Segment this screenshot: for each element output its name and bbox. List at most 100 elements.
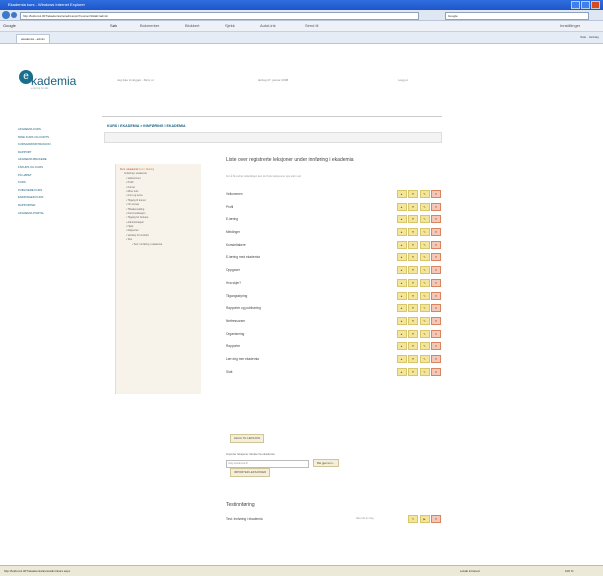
delete-icon[interactable]: ✕ <box>431 515 441 523</box>
move-down-icon[interactable]: ▼ <box>408 253 418 262</box>
move-up-icon[interactable]: ▲ <box>396 253 407 262</box>
import-file-input[interactable]: Velg ekademia-fil <box>226 460 309 468</box>
move-up-icon[interactable]: ▲ <box>396 316 407 325</box>
minimize-button[interactable] <box>571 1 580 9</box>
move-down-icon[interactable]: ▼ <box>408 304 418 313</box>
edit-icon[interactable]: ✎ <box>419 228 430 237</box>
zoom-text[interactable]: 100 % <box>565 569 574 573</box>
edit-icon[interactable]: ✎ <box>419 202 430 211</box>
delete-icon[interactable]: ✕ <box>431 316 441 325</box>
delete-icon[interactable]: ✕ <box>431 215 441 224</box>
move-up-icon[interactable]: ▲ <box>396 291 407 300</box>
move-up-icon[interactable]: ▲ <box>396 278 407 287</box>
move-down-icon[interactable]: ▼ <box>408 278 418 287</box>
sidebar-item[interactable]: FÅKURS OG KURS <box>18 164 78 172</box>
sidebar-item[interactable]: KURS <box>18 179 78 187</box>
delete-icon[interactable]: ✕ <box>431 278 441 287</box>
delete-icon[interactable]: ✕ <box>431 367 441 376</box>
move-up-icon[interactable]: ▲ <box>396 329 407 338</box>
move-down-icon[interactable]: ▼ <box>408 202 418 211</box>
edit-icon[interactable]: ✎ <box>419 367 430 376</box>
move-up-icon[interactable]: ▲ <box>396 342 407 351</box>
move-down-icon[interactable]: ▼ <box>408 367 418 376</box>
google-item[interactable]: Send til <box>305 23 318 28</box>
delete-icon[interactable]: ✕ <box>431 329 441 338</box>
search-input[interactable]: Google <box>445 12 589 20</box>
sidebar-item[interactable]: ENDRINGER KURS <box>18 194 78 202</box>
maximize-button[interactable] <box>581 1 590 9</box>
edit-icon[interactable]: ✎ <box>419 342 430 351</box>
move-up-icon[interactable]: ▲ <box>396 266 407 275</box>
move-up-icon[interactable]: ▲ <box>396 202 407 211</box>
move-down-icon[interactable]: ▼ <box>408 342 418 351</box>
delete-icon[interactable]: ✕ <box>431 354 441 363</box>
move-down-icon[interactable]: ▼ <box>408 228 418 237</box>
import-lessons-button[interactable]: IMPORTER LEKSJONER <box>230 468 271 477</box>
delete-icon[interactable]: ✕ <box>431 304 441 313</box>
edit-icon[interactable]: ✎ <box>419 190 430 198</box>
move-down-icon[interactable]: ▼ <box>408 291 418 300</box>
edit-icon[interactable]: ✎ <box>419 253 430 262</box>
edit-icon[interactable]: ✎ <box>419 291 430 300</box>
forward-button[interactable] <box>11 12 17 18</box>
page-menu[interactable]: Side <box>580 35 586 39</box>
delete-icon[interactable]: ✕ <box>431 240 441 249</box>
url-input[interactable]: http://kulturo1.007/ekademia/no/edit.asp… <box>20 12 419 20</box>
close-button[interactable] <box>591 1 600 9</box>
move-up-icon[interactable]: ▲ <box>396 304 407 313</box>
move-down-icon[interactable]: ▼ <box>408 190 418 198</box>
sidebar-item[interactable]: MINE KURS OG KORTS <box>18 134 78 142</box>
edit-icon[interactable]: ✎ <box>408 515 418 523</box>
move-up-icon[interactable]: ▲ <box>396 228 407 237</box>
sidebar-item[interactable]: RAPPORTER <box>18 202 78 210</box>
google-item[interactable]: AutoLink <box>260 23 276 28</box>
sidebar-item[interactable]: RAPPORT <box>18 149 78 157</box>
browse-button[interactable]: Bla gjennom... <box>313 459 339 467</box>
edit-icon[interactable]: ✎ <box>419 316 430 325</box>
move-up-icon[interactable]: ▲ <box>396 367 407 376</box>
sidebar-item[interactable]: PÅ LØPET <box>18 172 78 180</box>
move-up-icon[interactable]: ▲ <box>396 354 407 363</box>
delete-icon[interactable]: ✕ <box>431 228 441 237</box>
sidebar-item[interactable]: AKADEMIA BRUKERE <box>18 156 78 164</box>
move-down-icon[interactable]: ▼ <box>408 354 418 363</box>
edit-icon[interactable]: ✎ <box>419 304 430 313</box>
add-lesson-button[interactable]: LEGG TIL LEKSJON <box>230 434 264 443</box>
sidebar-item[interactable]: KURSADMINISTRASJON <box>18 141 78 149</box>
move-down-icon[interactable]: ▼ <box>408 215 418 224</box>
move-up-icon[interactable]: ▲ <box>396 190 407 198</box>
delete-icon[interactable]: ✕ <box>431 190 441 198</box>
sidebar-item[interactable]: AKADEMIA KURS <box>18 126 78 134</box>
tab-ekademia[interactable]: ekademia - admin <box>16 34 50 43</box>
google-item[interactable]: Blokkert <box>185 23 199 28</box>
move-down-icon[interactable]: ▼ <box>408 329 418 338</box>
view-icon[interactable]: ▶ <box>419 515 430 523</box>
edit-icon[interactable]: ✎ <box>419 266 430 275</box>
delete-icon[interactable]: ✕ <box>431 291 441 300</box>
move-up-icon[interactable]: ▲ <box>396 240 407 249</box>
move-up-icon[interactable]: ▲ <box>396 215 407 224</box>
logo[interactable]: e kademia e-læring for alle <box>19 66 76 96</box>
google-search-button[interactable]: Søk <box>110 23 117 28</box>
logout-link[interactable]: Logg ut <box>398 78 408 82</box>
edit-icon[interactable]: ✎ <box>419 329 430 338</box>
move-down-icon[interactable]: ▼ <box>408 240 418 249</box>
edit-icon[interactable]: ✎ <box>419 240 430 249</box>
delete-icon[interactable]: ✕ <box>431 253 441 262</box>
tree-item[interactable]: ▪ Test: Innføring i ekademia <box>120 243 201 247</box>
delete-icon[interactable]: ✕ <box>431 342 441 351</box>
sidebar-item[interactable]: AKADEMIA PORTAL <box>18 210 78 218</box>
edit-icon[interactable]: ✎ <box>419 354 430 363</box>
tools-menu[interactable]: Verktøy <box>589 35 599 39</box>
google-item[interactable]: Innstillinger <box>560 23 580 28</box>
edit-icon[interactable]: ✎ <box>419 215 430 224</box>
sidebar-item[interactable]: PUBLISERE KURS <box>18 187 78 195</box>
google-item[interactable]: Sjekk <box>225 23 235 28</box>
google-item[interactable]: Bokmerker <box>140 23 159 28</box>
move-down-icon[interactable]: ▼ <box>408 266 418 275</box>
back-button[interactable] <box>2 11 10 19</box>
delete-icon[interactable]: ✕ <box>431 266 441 275</box>
move-down-icon[interactable]: ▼ <box>408 316 418 325</box>
delete-icon[interactable]: ✕ <box>431 202 441 211</box>
edit-icon[interactable]: ✎ <box>419 278 430 287</box>
